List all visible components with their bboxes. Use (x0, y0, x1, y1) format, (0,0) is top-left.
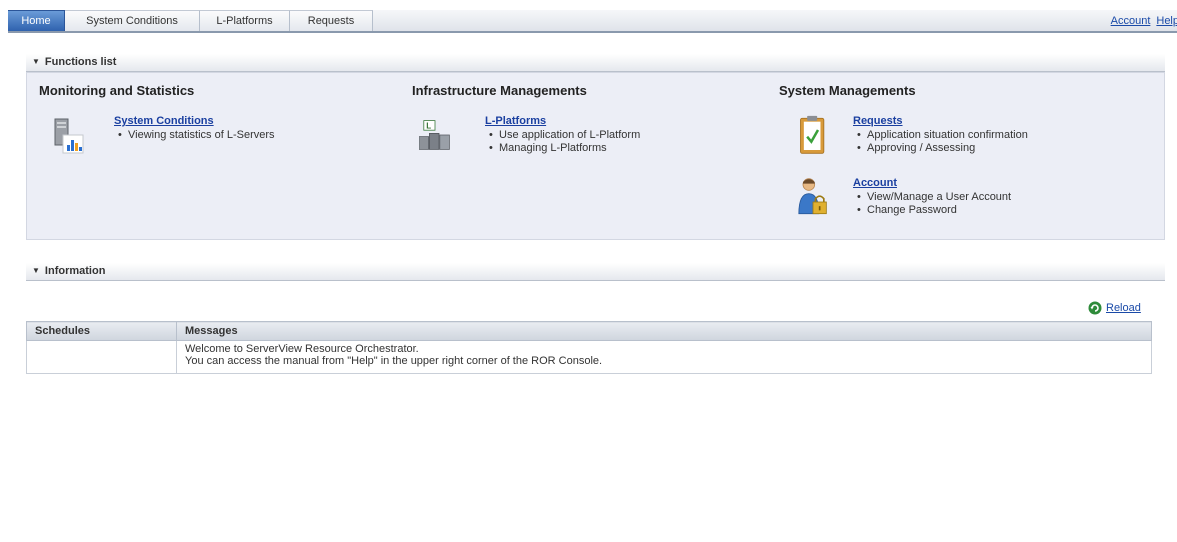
messages-cell: Welcome to ServerView Resource Orchestra… (176, 340, 1152, 374)
table-row: Welcome to ServerView Resource Orchestra… (26, 340, 1152, 374)
functions-panel: Monitoring and Statistics System Conditi… (26, 72, 1165, 240)
list-item: Managing L-Platforms (489, 142, 640, 155)
system-conditions-bullets: Viewing statistics of L-Servers (114, 129, 274, 142)
infrastructure-column: Infrastructure Managements (412, 83, 587, 98)
information-header[interactable]: ▼ Information (26, 263, 1165, 281)
requests-bullets: Application situation confirmation Appro… (853, 129, 1028, 155)
list-item: Approving / Assessing (857, 142, 1028, 155)
table-header-row: Schedules Messages (26, 321, 1152, 341)
l-platforms-link[interactable]: L-Platforms (485, 115, 546, 127)
monitoring-title: Monitoring and Statistics (39, 83, 195, 98)
collapse-triangle-icon[interactable]: ▼ (32, 57, 40, 66)
account-function-link[interactable]: Account (853, 177, 897, 189)
infrastructure-title: Infrastructure Managements (412, 83, 587, 98)
list-item: Viewing statistics of L-Servers (118, 129, 274, 142)
reload-control: Reload (1088, 300, 1141, 316)
help-link[interactable]: Help (1156, 15, 1177, 27)
system-managements-title: System Managements (779, 83, 916, 98)
user-lock-icon (798, 178, 827, 215)
l-platform-icon: L (419, 120, 450, 150)
tab-l-platforms[interactable]: L-Platforms (200, 10, 290, 31)
schedules-column-header: Schedules (26, 321, 177, 341)
top-navigation: Home System Conditions L-Platforms Reque… (8, 10, 1177, 33)
clipboard-check-icon (800, 115, 825, 154)
schedule-cell (26, 340, 177, 374)
list-item: Application situation confirmation (857, 129, 1028, 142)
system-conditions-link[interactable]: System Conditions (114, 115, 214, 127)
top-links: Account Help (1105, 10, 1177, 32)
functions-list-title: Functions list (44, 56, 117, 68)
list-item: Use application of L-Platform (489, 129, 640, 142)
message-line: You can access the manual from "Help" in… (185, 355, 603, 367)
reload-link[interactable]: Reload (1106, 302, 1141, 314)
collapse-triangle-icon[interactable]: ▼ (32, 266, 40, 275)
functions-list-header[interactable]: ▼ Functions list (26, 54, 1165, 72)
tab-home[interactable]: Home (8, 10, 65, 31)
l-platforms-bullets: Use application of L-Platform Managing L… (485, 129, 640, 155)
list-item: View/Manage a User Account (857, 191, 1011, 204)
tab-system-conditions[interactable]: System Conditions (65, 10, 200, 31)
system-managements-column: System Managements (779, 83, 916, 98)
requests-link[interactable]: Requests (853, 115, 903, 127)
account-bullets: View/Manage a User Account Change Passwo… (853, 191, 1011, 217)
server-chart-icon (54, 118, 84, 154)
information-title: Information (44, 265, 106, 277)
monitoring-column: Monitoring and Statistics (39, 83, 194, 98)
tab-bar: Home System Conditions L-Platforms Reque… (8, 10, 373, 31)
message-line: Welcome to ServerView Resource Orchestra… (185, 343, 419, 355)
account-link[interactable]: Account (1111, 15, 1151, 27)
refresh-icon[interactable] (1088, 301, 1102, 315)
list-item: Change Password (857, 204, 1011, 217)
information-table: Schedules Messages Welcome to ServerView… (26, 321, 1152, 374)
messages-column-header: Messages (176, 321, 1152, 341)
tab-requests[interactable]: Requests (290, 10, 373, 31)
svg-text:L: L (426, 122, 431, 131)
